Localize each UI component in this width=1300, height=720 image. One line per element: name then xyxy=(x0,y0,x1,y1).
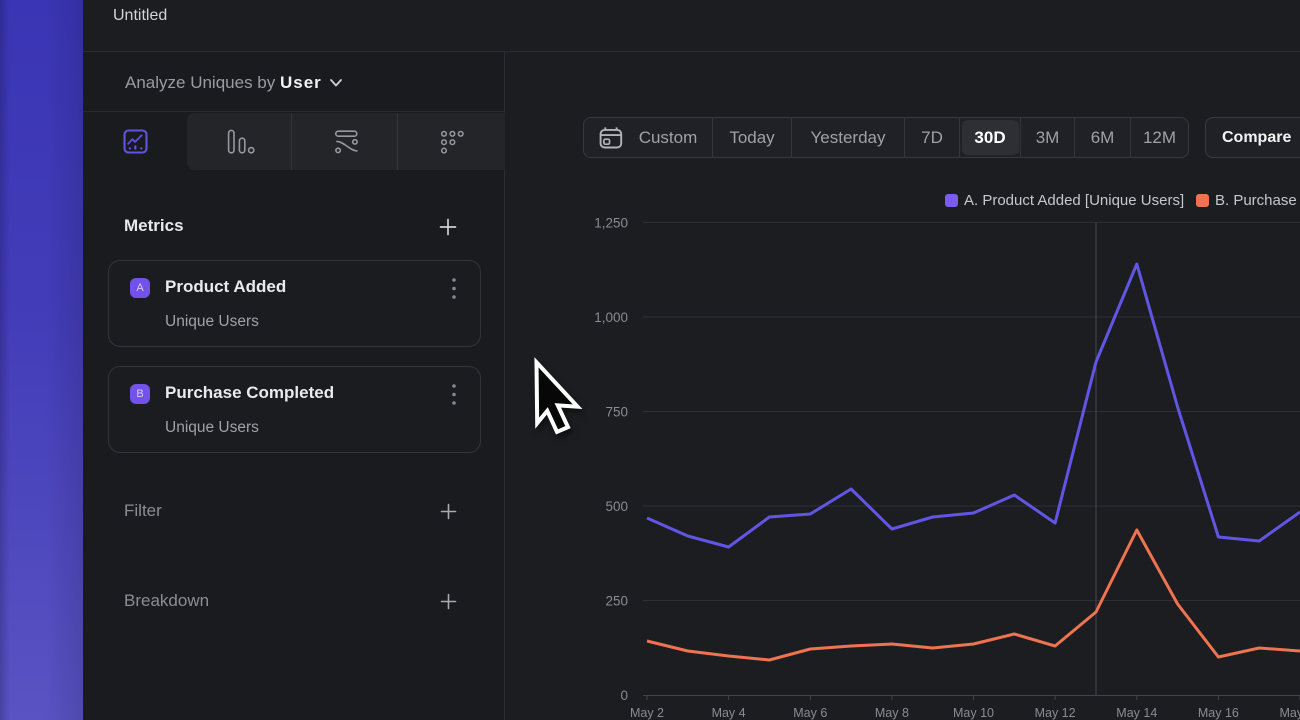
svg-text:May 2: May 2 xyxy=(630,706,664,720)
svg-text:May 8: May 8 xyxy=(875,706,909,720)
svg-text:May 6: May 6 xyxy=(793,706,827,720)
svg-text:May 12: May 12 xyxy=(1035,706,1076,720)
svg-text:1,250: 1,250 xyxy=(594,216,628,231)
svg-text:May 10: May 10 xyxy=(953,706,994,720)
svg-text:May 18: May 18 xyxy=(1280,706,1300,720)
svg-text:500: 500 xyxy=(605,499,628,514)
svg-text:May 16: May 16 xyxy=(1198,706,1239,720)
svg-text:May 4: May 4 xyxy=(712,706,746,720)
svg-text:750: 750 xyxy=(605,405,628,420)
svg-text:0: 0 xyxy=(620,688,628,703)
svg-text:May 14: May 14 xyxy=(1116,706,1157,720)
svg-text:250: 250 xyxy=(605,594,628,609)
svg-text:1,000: 1,000 xyxy=(594,310,628,325)
